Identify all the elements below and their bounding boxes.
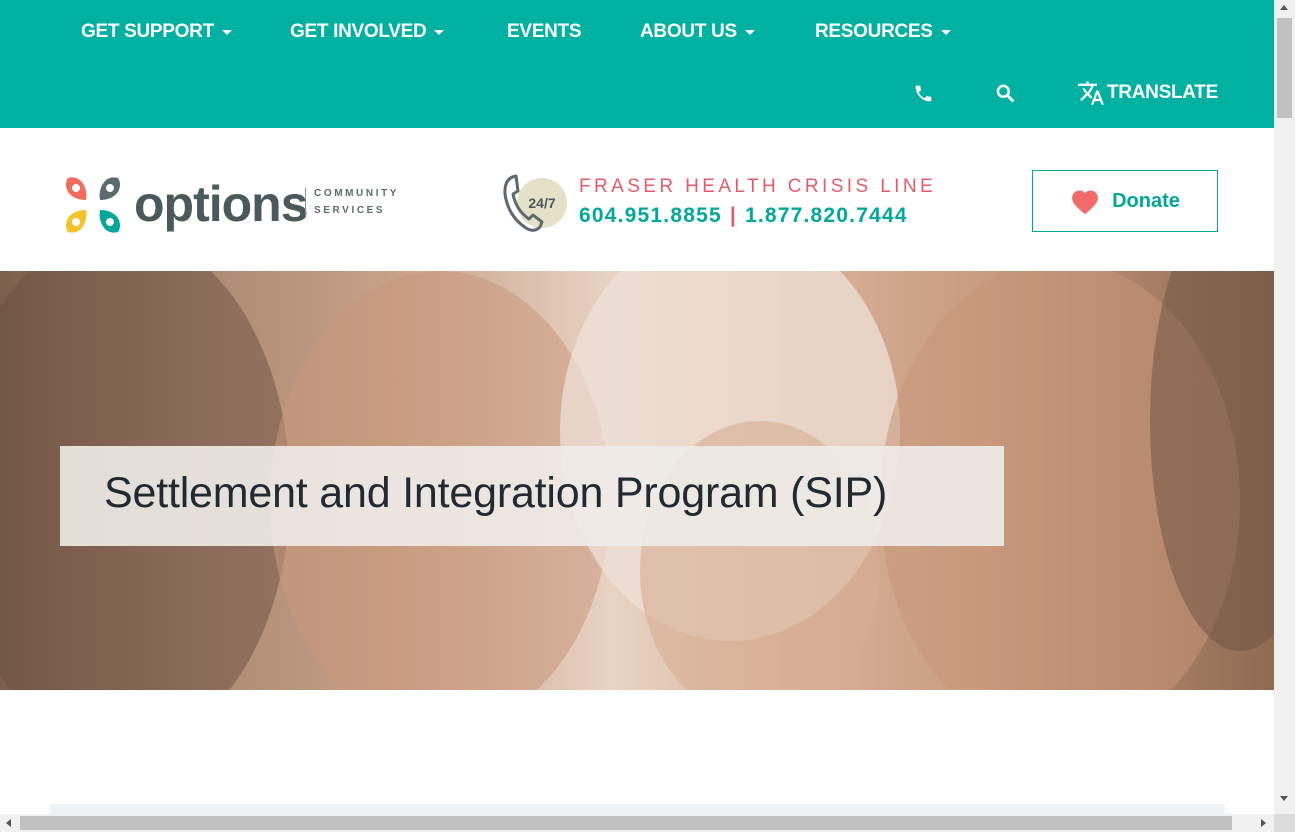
options-logo[interactable]: options COMMUNITY SERVICES (62, 172, 422, 238)
chevron-down-icon (221, 29, 232, 35)
nav-resources[interactable]: RESOURCES (815, 20, 951, 44)
vertical-scrollbar[interactable] (1274, 0, 1295, 814)
content-panel (50, 804, 1225, 814)
crisis-line-title: FRASER HEALTH CRISIS LINE (579, 176, 937, 197)
logo-wordmark: options (134, 176, 309, 232)
scroll-down-icon[interactable] (1280, 796, 1288, 801)
donate-button[interactable]: Donate (1032, 170, 1218, 232)
crisis-phone-tollfree[interactable]: 1.877.820.7444 (745, 204, 908, 227)
vertical-scroll-thumb[interactable] (1277, 18, 1292, 118)
crisis-line-phones: 604.951.8855 | 1.877.820.7444 (579, 204, 908, 228)
scroll-left-icon[interactable] (6, 819, 11, 827)
search-icon (996, 84, 1014, 102)
nav-events-label: EVENTS (507, 21, 582, 42)
logo-mark-icon (66, 177, 120, 233)
crisis-phone-separator: | (729, 204, 737, 227)
top-navigation: GET SUPPORT GET INVOLVED EVENTS ABOUT US… (0, 0, 1274, 128)
hero-title-box: Settlement and Integration Program (SIP) (60, 446, 1004, 546)
logo-divider (305, 188, 306, 218)
hero-banner: Settlement and Integration Program (SIP) (0, 271, 1274, 690)
nav-resources-label: RESOURCES (815, 21, 933, 42)
logo-sub-line2: SERVICES (314, 205, 386, 216)
nav-about-us[interactable]: ABOUT US (640, 20, 755, 44)
nav-get-involved[interactable]: GET INVOLVED (290, 20, 445, 44)
chevron-down-icon (940, 29, 951, 35)
page-title: Settlement and Integration Program (SIP) (104, 469, 888, 517)
scroll-up-icon[interactable] (1280, 5, 1288, 10)
translate-button[interactable]: TRANSLATE (1077, 80, 1218, 106)
scrollbar-corner (1274, 814, 1295, 832)
site-header: options COMMUNITY SERVICES 24/7 FRASER H… (0, 128, 1274, 271)
nav-get-involved-label: GET INVOLVED (290, 21, 427, 42)
horizontal-scrollbar[interactable] (0, 814, 1274, 832)
translate-icon (1078, 81, 1104, 105)
search-button[interactable] (995, 80, 1015, 106)
page-viewport: GET SUPPORT GET INVOLVED EVENTS ABOUT US… (0, 0, 1274, 814)
crisis-phone-icon: 24/7 (503, 174, 567, 232)
nav-about-us-label: ABOUT US (640, 21, 737, 42)
heart-icon (1072, 189, 1098, 214)
donate-label: Donate (1112, 189, 1180, 212)
nav-get-support-label: GET SUPPORT (81, 21, 214, 42)
phone-button[interactable] (913, 80, 934, 106)
horizontal-scroll-thumb[interactable] (20, 816, 1232, 830)
logo-sub-line1: COMMUNITY (314, 188, 400, 199)
crisis-badge-text: 24/7 (528, 195, 555, 211)
nav-get-support[interactable]: GET SUPPORT (81, 20, 232, 44)
nav-events[interactable]: EVENTS (507, 20, 582, 44)
crisis-line-badge: 24/7 (502, 172, 568, 234)
crisis-phone-local[interactable]: 604.951.8855 (579, 204, 722, 227)
phone-icon (915, 85, 932, 101)
chevron-down-icon (434, 29, 445, 35)
chevron-down-icon (744, 29, 755, 35)
scroll-right-icon[interactable] (1261, 819, 1266, 827)
translate-label: TRANSLATE (1107, 82, 1218, 103)
